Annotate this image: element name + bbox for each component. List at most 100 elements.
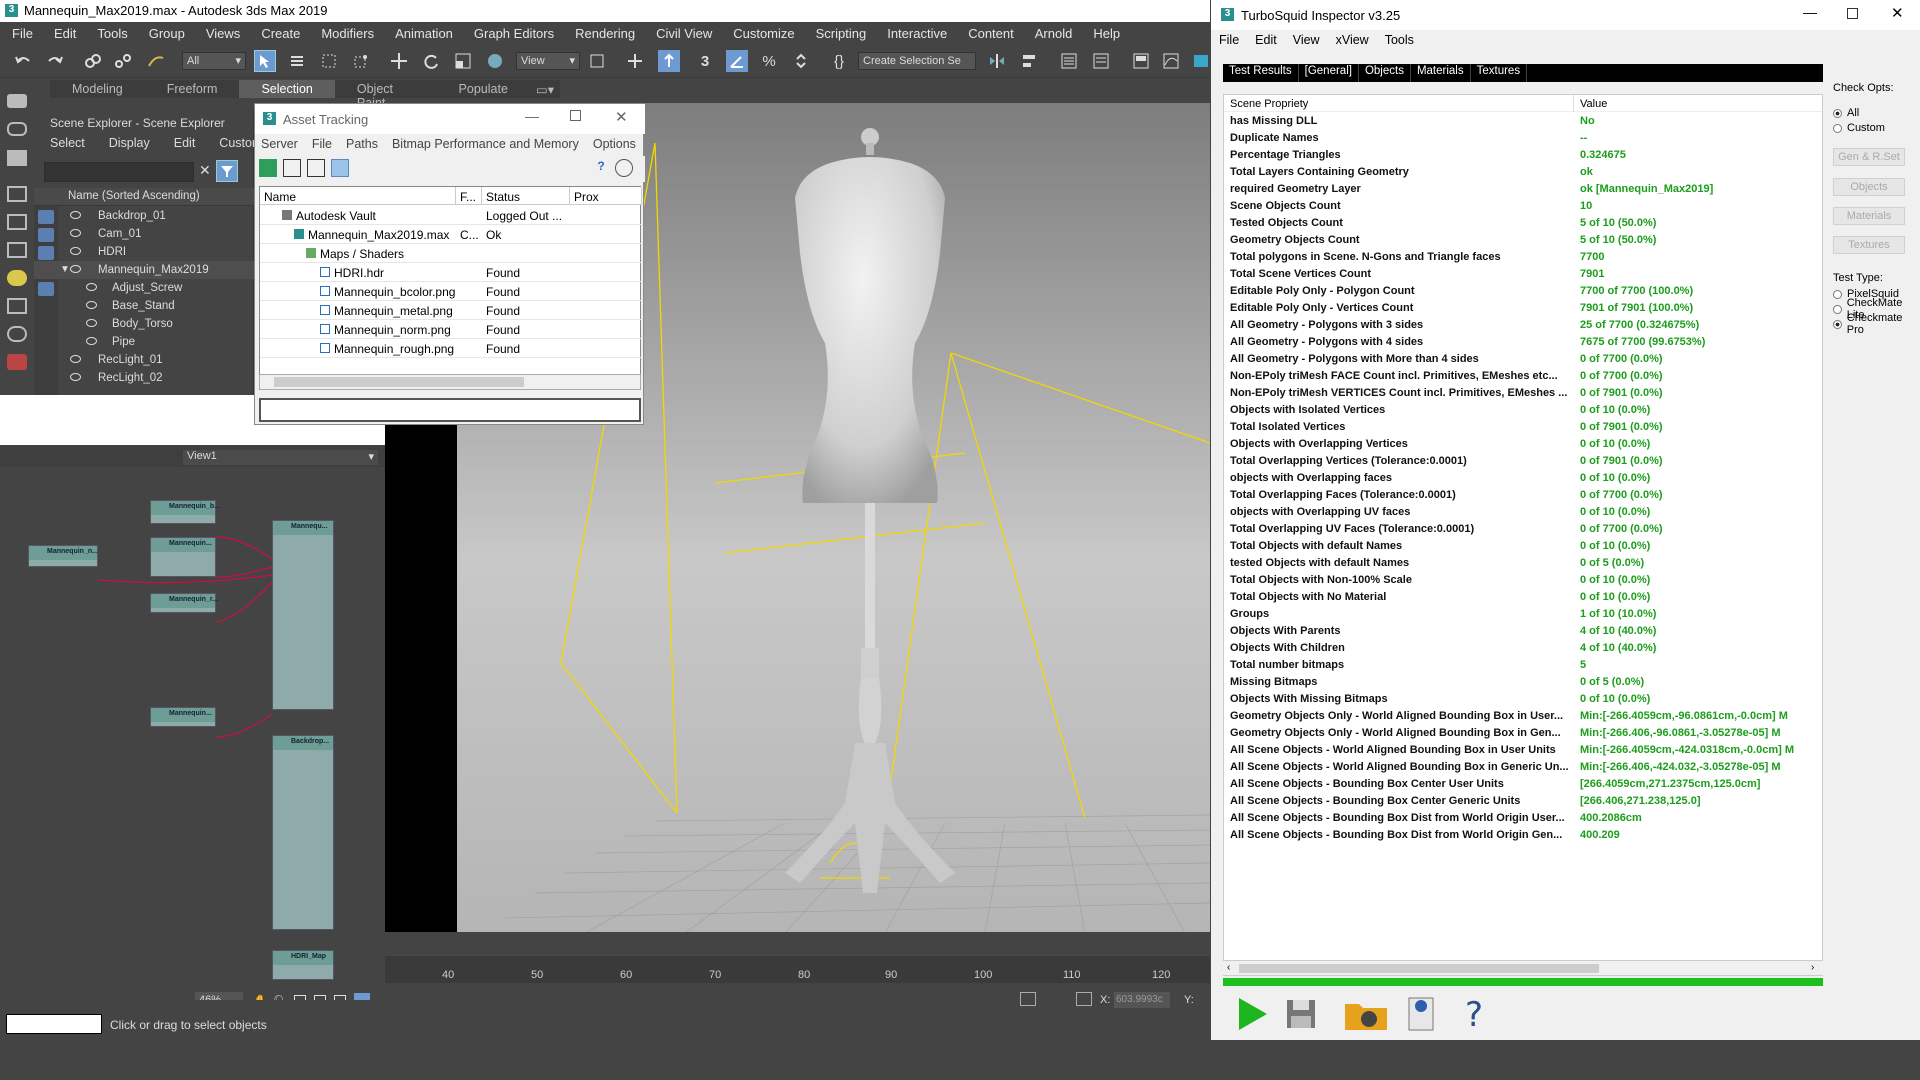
backdrop-vraymtl-node[interactable]: Backdrop... — [272, 735, 334, 930]
metal-bitmap-node[interactable]: Mannequin... — [150, 707, 216, 727]
menu-create[interactable]: Create — [249, 22, 309, 44]
scene-explorer-menu-display[interactable]: Display — [97, 136, 162, 150]
asset-row[interactable]: Autodesk Vault Logged Out ... — [260, 206, 642, 225]
align-icon[interactable] — [1018, 50, 1040, 72]
menu-graph-editors[interactable]: Graph Editors — [462, 22, 563, 44]
menu-scripting[interactable]: Scripting — [804, 22, 876, 44]
asset-col-name[interactable]: Name — [260, 187, 456, 205]
asset-col-status[interactable]: Status — [482, 187, 570, 205]
close-icon[interactable]: ✕ — [615, 108, 628, 126]
scene-row-cam[interactable]: Cam_01 — [34, 225, 254, 243]
ts-menu-view[interactable]: View — [1285, 30, 1328, 50]
list-view-icon[interactable] — [283, 159, 301, 177]
mirror-icon[interactable] — [986, 50, 1008, 72]
select-manipulate-icon[interactable] — [624, 50, 646, 72]
select-by-name-icon[interactable] — [286, 50, 308, 72]
table-view-icon[interactable] — [331, 159, 349, 177]
normal-bitmap-node[interactable]: Mannequin_n... — [28, 545, 98, 567]
asset-row[interactable]: Mannequin_metal.png Found — [260, 301, 642, 320]
ribbon-tab-freeform[interactable]: Freeform — [145, 80, 240, 98]
textures-button[interactable]: Textures — [1833, 236, 1905, 254]
ts-close-icon[interactable]: ✕ — [1891, 4, 1904, 22]
filter-icon[interactable] — [216, 160, 238, 182]
slate-view-dropdown[interactable]: View1 ▾ — [183, 450, 378, 465]
scene-row-reclight-01[interactable]: RecLight_01 — [34, 351, 254, 369]
asset-scroll-thumb[interactable] — [274, 377, 524, 387]
asset-row[interactable]: Maps / Shaders — [260, 244, 642, 263]
ts-result-row[interactable]: All Scene Objects - Bounding Box Center … — [1224, 776, 1822, 793]
layer-explorer-icon[interactable] — [1090, 50, 1112, 72]
ts-result-row[interactable]: Total Isolated Vertices 0 of 7901 (0.0%) — [1224, 419, 1822, 436]
maxscript-listener-input[interactable] — [6, 1014, 102, 1034]
ts-result-row[interactable]: Objects with Overlapping Vertices 0 of 10… — [1224, 436, 1822, 453]
asset-col-proxy[interactable]: Prox — [570, 187, 642, 205]
scale-icon[interactable] — [452, 50, 474, 72]
refresh-icon[interactable] — [259, 159, 277, 177]
scene-row-pipe[interactable]: Pipe — [34, 333, 254, 351]
link-icon[interactable] — [82, 50, 104, 72]
ts-menu-edit[interactable]: Edit — [1247, 30, 1285, 50]
ts-result-row[interactable]: Total Objects with default Names 0 of 10 … — [1224, 538, 1822, 555]
scene-explorer-toggle-icon[interactable] — [1058, 50, 1080, 72]
asset-menu-options[interactable]: Options — [587, 134, 644, 152]
redo-icon[interactable] — [44, 50, 66, 72]
scroll-right-icon[interactable]: › — [1811, 962, 1814, 973]
ts-result-row[interactable]: All Scene Objects - World Aligned Boundi… — [1224, 759, 1822, 776]
ts-result-row[interactable]: Objects With Missing Bitmaps 0 of 10 (0.0… — [1224, 691, 1822, 708]
asset-row[interactable]: HDRI.hdr Found — [260, 263, 642, 282]
menu-tools[interactable]: Tools — [85, 22, 136, 44]
scroll-left-icon[interactable]: ‹ — [1227, 962, 1230, 973]
hierarchy-tab-icon[interactable] — [7, 150, 27, 166]
ts-menu-file[interactable]: File — [1211, 30, 1247, 50]
camera-icon[interactable] — [7, 354, 27, 370]
ts-result-row[interactable]: Total Overlapping UV Faces (Tolerance:0.… — [1224, 521, 1822, 538]
ribbon-toggle-icon[interactable] — [1130, 50, 1152, 72]
ts-maximize-icon[interactable] — [1847, 8, 1858, 19]
menu-customize[interactable]: Customize — [721, 22, 803, 44]
named-selection-dropdown[interactable]: Create Selection Se — [858, 52, 976, 70]
ts-result-row[interactable]: Total Layers Containing Geometry ok — [1224, 164, 1822, 181]
ts-result-row[interactable]: Scene Objects Count 10 — [1224, 198, 1822, 215]
percent-snap-icon[interactable]: % — [758, 50, 780, 72]
placement-icon[interactable] — [484, 50, 506, 72]
ribbon-tab-object-paint[interactable]: Object Paint — [335, 80, 437, 110]
menu-file[interactable]: File — [0, 22, 42, 44]
selection-filter-dropdown[interactable]: All ▾ — [182, 52, 246, 70]
ts-result-row[interactable]: Total Overlapping Vertices (Tolerance:0.… — [1224, 453, 1822, 470]
scene-row-reclight-02[interactable]: RecLight_02 — [34, 369, 254, 387]
ts-result-row[interactable]: Objects With Parents 4 of 10 (40.0%) — [1224, 623, 1822, 640]
ts-scroll-thumb[interactable] — [1239, 964, 1599, 973]
angle-snap-icon[interactable] — [726, 50, 748, 72]
motion-icon[interactable] — [7, 326, 27, 342]
scene-row-adjust-screw[interactable]: Adjust_Screw — [34, 279, 254, 297]
asset-row[interactable]: Mannequin_norm.png Found — [260, 320, 642, 339]
clear-search-icon[interactable]: ✕ — [199, 162, 211, 179]
undo-icon[interactable] — [12, 50, 34, 72]
rect-selection-icon[interactable] — [318, 50, 340, 72]
select-object-icon[interactable] — [254, 50, 276, 72]
layers-icon[interactable] — [7, 214, 27, 230]
ts-tab-general[interactable]: [General] — [1299, 64, 1359, 82]
menu-content[interactable]: Content — [956, 22, 1023, 44]
asset-horizontal-scrollbar[interactable] — [259, 374, 641, 390]
ribbon-tab-selection[interactable]: Selection — [239, 80, 335, 98]
menu-help[interactable]: Help — [1081, 22, 1129, 44]
time-slider[interactable]: 40 50 60 70 80 90 100 110 120 — [385, 955, 1210, 983]
coord-x-field[interactable]: 603.9993c — [1114, 992, 1170, 1008]
scene-row-mannequin[interactable]: ▼ Mannequin_Max2019 — [34, 261, 254, 279]
ts-result-row[interactable]: All Geometry - Polygons with More than 4… — [1224, 351, 1822, 368]
ts-result-row[interactable]: Percentage Triangles 0.324675 — [1224, 147, 1822, 164]
ts-result-row[interactable]: Total polygons in Scene. N-Gons and Tria… — [1224, 249, 1822, 266]
curve-editor-icon[interactable] — [1160, 50, 1182, 72]
menu-edit[interactable]: Edit — [42, 22, 85, 44]
scene-explorer-menu-edit[interactable]: Edit — [162, 136, 208, 150]
modify-tab-icon[interactable] — [7, 122, 27, 136]
roughness-bitmap-node[interactable]: Mannequin_r... — [150, 593, 218, 613]
ts-result-row[interactable]: required Geometry Layer ok [Mannequin_Max… — [1224, 181, 1822, 198]
schematic-view-icon[interactable] — [1190, 50, 1212, 72]
pivot-icon[interactable] — [586, 50, 608, 72]
menu-arnold[interactable]: Arnold — [1023, 22, 1082, 44]
ts-result-row[interactable]: Geometry Objects Only - World Aligned Bo… — [1224, 708, 1822, 725]
run-test-play-icon[interactable] — [1231, 994, 1271, 1034]
ts-tab-materials[interactable]: Materials — [1411, 64, 1471, 82]
